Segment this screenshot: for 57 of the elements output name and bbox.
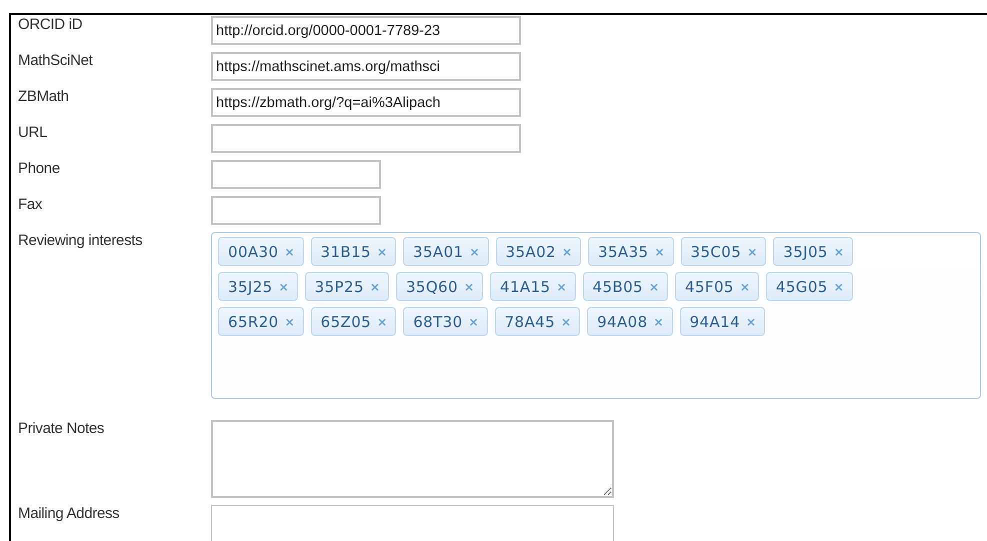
remove-button[interactable]: ×	[747, 244, 758, 258]
tag-label: 45F05	[685, 278, 734, 296]
text-field[interactable]	[211, 196, 381, 225]
tags-field[interactable]: 00A30 × 31B15 × 35A01 × 35A02 × 35A35 × 35C05 × 35J05 × 35J25 × 35P25 × 35Q60 × 41A15 × 45B05 × 45F05 × 45G05 × 65R20 × 65Z05 × 68T30 × 78A45 × 94A08 × 94A14 ×	[211, 232, 981, 399]
field-label: Private Notes	[18, 420, 106, 439]
tag-label: 65Z05	[320, 312, 372, 330]
tag-label: 31B15	[320, 242, 371, 260]
remove-button[interactable]: ×	[561, 314, 572, 328]
tag-label: 94A08	[597, 312, 648, 330]
tag-label: 45G05	[776, 278, 828, 296]
remove-button[interactable]: ×	[370, 280, 380, 294]
tag-label: 35C05	[690, 242, 742, 260]
tag-label: 35J25	[228, 278, 273, 296]
tag-label: 45B05	[592, 278, 643, 296]
text-field[interactable]: http://orcid.org/0000-0001-7789-23	[211, 16, 521, 45]
tag-label: 41A15	[500, 278, 550, 296]
remove-button[interactable]: ×	[834, 280, 844, 294]
field-label: Mailing Address	[18, 505, 120, 524]
remove-button[interactable]: ×	[377, 314, 388, 328]
field-label: ORCID iD	[18, 16, 84, 35]
remove-button[interactable]: ×	[562, 244, 572, 258]
remove-button[interactable]: ×	[556, 280, 567, 294]
remove-button[interactable]: ×	[654, 244, 665, 258]
remove-button[interactable]: ×	[746, 314, 756, 328]
remove-button[interactable]: ×	[834, 244, 844, 258]
remove-button[interactable]: ×	[464, 280, 474, 294]
text-field[interactable]	[211, 124, 521, 153]
remove-button[interactable]: ×	[648, 280, 660, 294]
field-label: Reviewing interests	[18, 232, 144, 251]
field-label: MathSciNet	[18, 52, 94, 71]
remove-button[interactable]: ×	[468, 314, 479, 328]
tag-label: 35Q60	[406, 278, 458, 296]
tag-label: 35J05	[783, 242, 828, 260]
field-label: Phone	[18, 160, 61, 179]
remove-button[interactable]: ×	[740, 280, 750, 294]
field-label: Fax	[18, 196, 44, 215]
text-field[interactable]: https://zbmath.org/?q=ai%3Alipach	[211, 88, 521, 117]
tag-label: 35P25	[314, 278, 364, 296]
tag-label: 65R20	[228, 312, 279, 330]
tag-label: 35A01	[413, 242, 464, 260]
tag-label: 00A30	[228, 242, 278, 260]
textarea-field[interactable]	[211, 420, 614, 498]
remove-button[interactable]: ×	[376, 244, 388, 258]
field-label: URL	[18, 124, 48, 143]
text-field[interactable]	[211, 160, 381, 189]
remove-button[interactable]: ×	[469, 244, 480, 258]
tag-label: 78A45	[504, 312, 556, 330]
tag-label: 35A35	[598, 242, 648, 260]
field-label: ZBMath	[18, 88, 70, 107]
remove-button[interactable]: ×	[278, 280, 289, 294]
remove-button[interactable]: ×	[654, 314, 664, 328]
tag-label: 35A02	[506, 242, 556, 260]
remove-button[interactable]: ×	[284, 244, 294, 258]
tag-label: 94A14	[690, 312, 740, 330]
tag-label: 68T30	[413, 312, 463, 330]
remove-button[interactable]: ×	[284, 314, 295, 328]
text-field[interactable]: https://mathscinet.ams.org/mathsci	[211, 52, 521, 81]
